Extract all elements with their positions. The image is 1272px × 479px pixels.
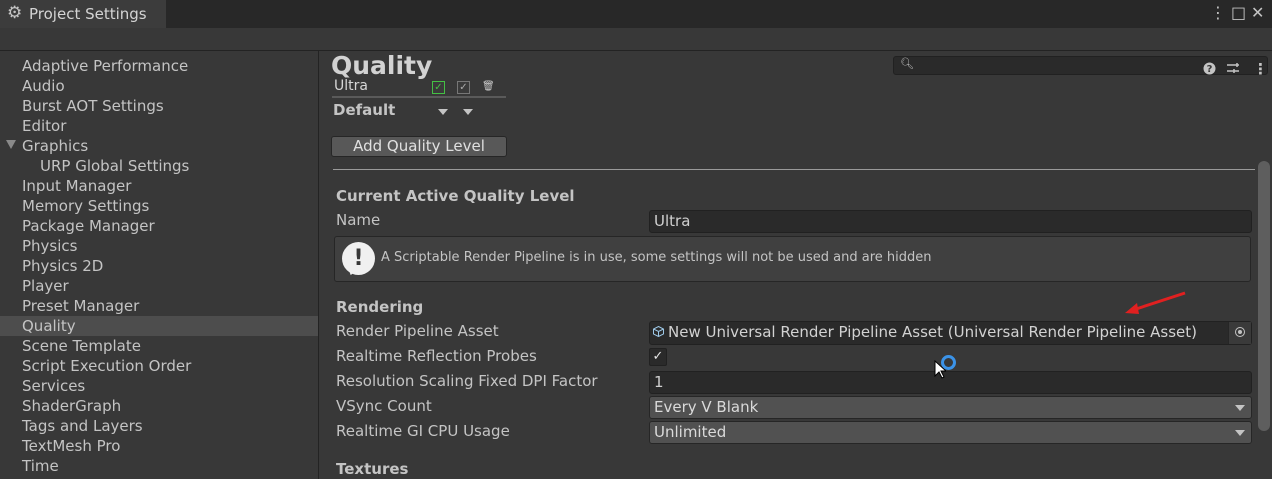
sidebar-item-label: Editor: [22, 117, 67, 135]
vertical-scrollbar[interactable]: [1258, 161, 1270, 431]
page-title: Quality: [331, 51, 433, 80]
sidebar-item-label: Tags and Layers: [22, 417, 143, 435]
checkbox-icon[interactable]: ✓: [457, 81, 470, 94]
menu-icon[interactable]: ⋮: [1253, 60, 1268, 78]
window-menu-icon[interactable]: ⋮: [1210, 3, 1226, 22]
sidebar-item-tags-and-layers[interactable]: Tags and Layers: [0, 416, 318, 436]
section-textures: Textures: [336, 460, 409, 478]
sidebar-item-quality[interactable]: Quality: [0, 316, 318, 336]
name-field[interactable]: Ultra: [649, 210, 1252, 233]
realtime-reflection-probes-label: Realtime Reflection Probes: [336, 347, 537, 365]
trash-icon[interactable]: 🗑︎: [482, 81, 495, 92]
gear-icon: ⚙: [7, 3, 23, 23]
render-pipeline-asset-label: Render Pipeline Asset: [336, 322, 499, 340]
chevron-down-icon: [1235, 405, 1245, 411]
project-settings-tab[interactable]: ⚙ Project Settings: [0, 0, 166, 28]
quality-level-name: Ultra: [334, 78, 368, 94]
maximize-icon[interactable]: □: [1231, 3, 1246, 22]
sidebar-item-physics-2d[interactable]: Physics 2D: [0, 256, 318, 276]
sidebar-item-label: Script Execution Order: [22, 357, 192, 375]
warning-text: A Scriptable Render Pipeline is in use, …: [381, 250, 932, 265]
sidebar-item-label: Preset Manager: [22, 297, 140, 315]
svg-text:?: ?: [1207, 64, 1213, 75]
add-quality-level-button[interactable]: Add Quality Level: [331, 136, 507, 157]
realtime-gi-cpu-usage-dropdown[interactable]: Unlimited: [649, 421, 1252, 444]
sidebar-item-player[interactable]: Player: [0, 276, 318, 296]
sidebar-item-label: Input Manager: [22, 177, 132, 195]
tab-title: Project Settings: [29, 5, 147, 23]
sidebar-item-scene-template[interactable]: Scene Template: [0, 336, 318, 356]
divider: [333, 169, 1255, 170]
settings-sidebar: Adaptive Performance Audio Burst AOT Set…: [0, 51, 318, 479]
sidebar-item-label: Audio: [22, 77, 65, 95]
sidebar-item-label: Services: [22, 377, 86, 395]
sidebar-item-services[interactable]: Services: [0, 376, 318, 396]
sidebar-item-label: URP Global Settings: [40, 157, 190, 175]
object-picker-icon: [1235, 327, 1245, 337]
sidebar-item-adaptive-performance[interactable]: Adaptive Performance: [0, 56, 318, 76]
search-row: 🔍︎: [0, 28, 1272, 75]
default-dropdown-arrow-icon[interactable]: [438, 109, 448, 115]
sidebar-item-label: TextMesh Pro: [22, 437, 121, 455]
section-current-active-quality-level: Current Active Quality Level: [336, 187, 575, 205]
help-icon[interactable]: ?: [1203, 62, 1216, 79]
close-icon[interactable]: ✕: [1251, 3, 1264, 22]
name-value: Ultra: [654, 212, 691, 230]
sidebar-item-label: Physics: [22, 237, 78, 255]
render-pipeline-asset-icon: [653, 326, 664, 337]
sidebar-item-label: Player: [22, 277, 69, 295]
quality-panel: Quality ? ⋮ Ultra ✓ ✓ 🗑︎ Default Add Qua…: [319, 51, 1272, 479]
sidebar-item-shadergraph[interactable]: ShaderGraph: [0, 396, 318, 416]
sidebar-item-package-manager[interactable]: Package Manager: [0, 216, 318, 236]
section-rendering: Rendering: [336, 298, 424, 316]
sidebar-item-textmesh-pro[interactable]: TextMesh Pro: [0, 436, 318, 456]
checkbox-icon[interactable]: ✓: [432, 81, 445, 94]
sidebar-item-label: Physics 2D: [22, 257, 104, 275]
sidebar-item-label: Burst AOT Settings: [22, 97, 164, 115]
window-titlebar: ⚙ Project Settings ⋮ □ ✕: [0, 0, 1272, 28]
sidebar-item-script-execution-order[interactable]: Script Execution Order: [0, 356, 318, 376]
dpi-factor-field[interactable]: 1: [649, 371, 1252, 394]
sidebar-item-label: Adaptive Performance: [22, 57, 189, 75]
sidebar-item-input-manager[interactable]: Input Manager: [0, 176, 318, 196]
vsync-count-value: Every V Blank: [654, 398, 759, 416]
sidebar-item-audio[interactable]: Audio: [0, 76, 318, 96]
dpi-factor-value: 1: [654, 373, 664, 391]
annotation-arrow-icon: [1125, 291, 1186, 314]
sidebar-item-label: Graphics: [22, 137, 89, 155]
vsync-count-label: VSync Count: [336, 397, 432, 415]
preset-icon[interactable]: [1226, 62, 1240, 79]
vsync-count-dropdown[interactable]: Every V Blank: [649, 396, 1252, 419]
sidebar-item-label: Memory Settings: [22, 197, 150, 215]
realtime-gi-cpu-usage-value: Unlimited: [654, 423, 727, 441]
sidebar-item-label: Package Manager: [22, 217, 155, 235]
mouse-cursor-icon: [934, 360, 946, 379]
default-dropdown-arrow-icon[interactable]: [463, 109, 473, 115]
sidebar-item-preset-manager[interactable]: Preset Manager: [0, 296, 318, 316]
warning-helpbox: ! A Scriptable Render Pipeline is in use…: [334, 236, 1251, 282]
sidebar-item-label: ShaderGraph: [22, 397, 122, 415]
render-pipeline-asset-field[interactable]: New Universal Render Pipeline Asset (Uni…: [649, 321, 1252, 345]
sidebar-item-time[interactable]: Time: [0, 456, 318, 476]
quality-level-row[interactable]: Ultra ✓ ✓ 🗑︎: [332, 78, 506, 98]
warning-icon: !: [342, 242, 375, 275]
sidebar-item-label: Scene Template: [22, 337, 141, 355]
sidebar-item-urp-global-settings[interactable]: URP Global Settings: [0, 156, 318, 176]
realtime-reflection-probes-checkbox[interactable]: ✓: [649, 348, 667, 366]
name-label: Name: [336, 211, 381, 229]
realtime-gi-cpu-usage-label: Realtime GI CPU Usage: [336, 422, 510, 440]
sidebar-item-label: Quality: [22, 317, 76, 335]
render-pipeline-asset-value: New Universal Render Pipeline Asset (Uni…: [668, 323, 1197, 341]
dpi-factor-label: Resolution Scaling Fixed DPI Factor: [336, 372, 598, 390]
sidebar-item-burst-aot-settings[interactable]: Burst AOT Settings: [0, 96, 318, 116]
object-picker-button[interactable]: [1228, 322, 1251, 344]
sidebar-item-physics[interactable]: Physics: [0, 236, 318, 256]
expand-arrow-icon[interactable]: [6, 140, 16, 149]
chevron-down-icon: [1235, 430, 1245, 436]
sidebar-item-label: Time: [22, 457, 59, 475]
sidebar-item-memory-settings[interactable]: Memory Settings: [0, 196, 318, 216]
default-label: Default: [333, 101, 396, 119]
sidebar-item-editor[interactable]: Editor: [0, 116, 318, 136]
sidebar-item-graphics[interactable]: Graphics: [0, 136, 318, 156]
